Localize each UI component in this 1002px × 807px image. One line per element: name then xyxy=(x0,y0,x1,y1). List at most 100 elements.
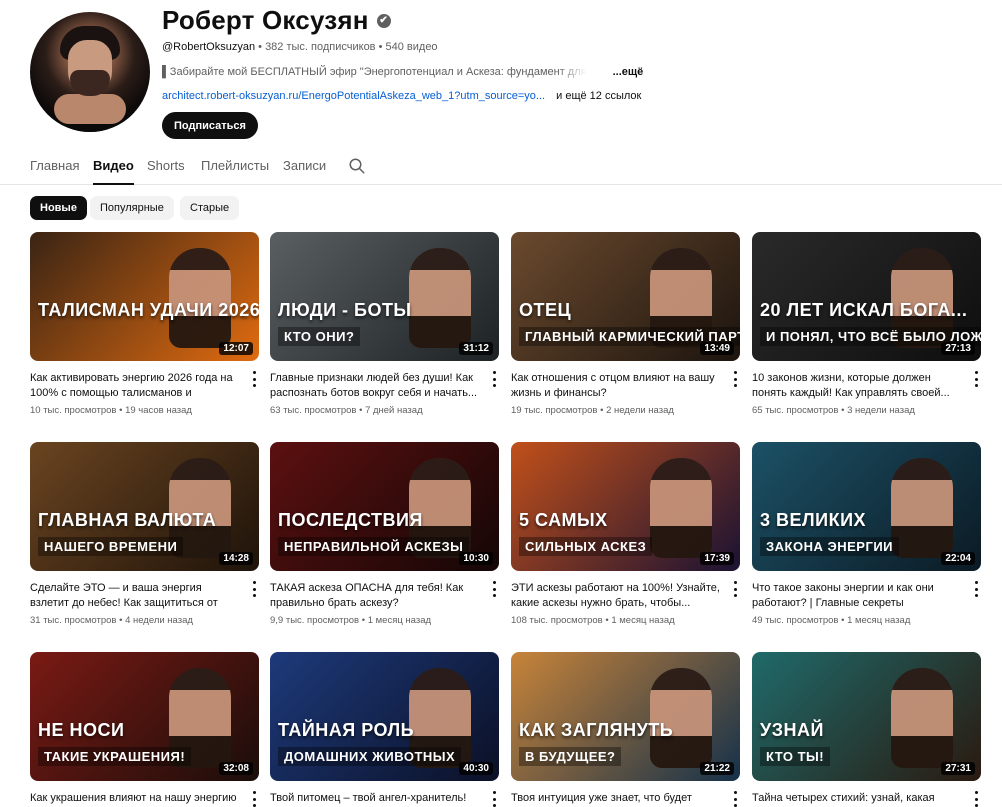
video-stats: 65 тыс. просмотров • 3 недели назад xyxy=(752,405,915,416)
view-count: 108 тыс. просмотров xyxy=(511,615,603,626)
more-actions-icon[interactable] xyxy=(971,581,981,597)
thumbnail-headline: ГЛАВНАЯ ВАЛЮТА xyxy=(38,510,217,530)
tab-posts[interactable]: Записи xyxy=(283,158,326,173)
thumbnail-presenter xyxy=(169,248,231,348)
more-actions-icon[interactable] xyxy=(730,581,740,597)
search-icon[interactable] xyxy=(348,157,366,175)
upload-age: 4 недели назад xyxy=(125,615,193,626)
video-thumbnail[interactable]: ТАЛИСМАН УДАЧИ 2026 12:07 xyxy=(30,232,259,361)
view-count: 19 тыс. просмотров xyxy=(511,405,598,416)
upload-age: 1 месяц назад xyxy=(611,615,675,626)
tab-playlists[interactable]: Плейлисты xyxy=(201,158,269,173)
video-card[interactable]: УЗНАЙ КТО ТЫ! 27:31 Тайна четырех стихий: у… xyxy=(752,652,981,807)
video-title[interactable]: 10 законов жизни, которые должен понять … xyxy=(752,371,962,401)
video-thumbnail[interactable]: 5 САМЫХ СИЛЬНЫХ АСКЕЗ 17:39 xyxy=(511,442,740,571)
tab-videos[interactable]: Видео xyxy=(93,158,134,185)
thumbnail-headline: 20 ЛЕТ ИСКАЛ БОГА... xyxy=(760,300,968,320)
video-duration: 13:49 xyxy=(700,342,734,355)
more-actions-icon[interactable] xyxy=(971,371,981,387)
thumbnail-headline: ТАЙНАЯ РОЛЬ xyxy=(278,720,415,740)
video-card[interactable]: ГЛАВНАЯ ВАЛЮТА НАШЕГО ВРЕМЕНИ 14:28 Сделайт… xyxy=(30,442,259,626)
video-stats: 31 тыс. просмотров • 4 недели назад xyxy=(30,615,193,626)
video-card[interactable]: ЛЮДИ - БОТЫ КТО ОНИ? 31:12 Главные признаки… xyxy=(270,232,499,416)
video-duration: 14:28 xyxy=(219,552,253,565)
thumbnail-subheadline: ЗАКОНА ЭНЕРГИИ xyxy=(760,537,900,556)
thumbnail-subheadline: НАШЕГО ВРЕМЕНИ xyxy=(38,537,184,556)
video-duration: 27:13 xyxy=(941,342,975,355)
thumbnail-presenter xyxy=(891,458,953,558)
video-thumbnail[interactable]: КАК ЗАГЛЯНУТЬ В БУДУЩЕЕ? 21:22 xyxy=(511,652,740,781)
video-thumbnail[interactable]: 3 ВЕЛИКИХ ЗАКОНА ЭНЕРГИИ 22:04 xyxy=(752,442,981,571)
more-actions-icon[interactable] xyxy=(489,581,499,597)
video-thumbnail[interactable]: ЛЮДИ - БОТЫ КТО ОНИ? 31:12 xyxy=(270,232,499,361)
video-card[interactable]: 5 САМЫХ СИЛЬНЫХ АСКЕЗ 17:39 ЭТИ аскезы рабо… xyxy=(511,442,740,626)
video-card[interactable]: ПОСЛЕДСТВИЯ НЕПРАВИЛЬНОЙ АСКЕЗЫ 10:30 ТАКАЯ… xyxy=(270,442,499,626)
thumbnail-headline: КАК ЗАГЛЯНУТЬ xyxy=(519,720,674,740)
more-actions-icon[interactable] xyxy=(249,581,259,597)
video-title[interactable]: Как отношения с отцом влияют на вашу жиз… xyxy=(511,371,721,401)
more-actions-icon[interactable] xyxy=(489,371,499,387)
video-title[interactable]: Тайна четырех стихий: узнай, какая xyxy=(752,791,962,806)
video-thumbnail[interactable]: ГЛАВНАЯ ВАЛЮТА НАШЕГО ВРЕМЕНИ 14:28 xyxy=(30,442,259,571)
channel-avatar[interactable] xyxy=(30,12,150,132)
video-duration: 32:08 xyxy=(219,762,253,775)
video-card[interactable]: 20 ЛЕТ ИСКАЛ БОГА... И ПОНЯЛ, ЧТО ВСЁ БЫЛ… xyxy=(752,232,981,416)
thumbnail-subheadline: КТО ОНИ? xyxy=(278,327,361,346)
tab-shorts[interactable]: Shorts xyxy=(147,158,185,173)
channel-description[interactable]: ▌Забирайте мой БЕСПЛАТНЫЙ эфир "Энергопо… xyxy=(162,66,643,78)
video-stats: 49 тыс. просмотров • 1 месяц назад xyxy=(752,615,911,626)
video-thumbnail[interactable]: УЗНАЙ КТО ТЫ! 27:31 xyxy=(752,652,981,781)
video-duration: 40:30 xyxy=(459,762,493,775)
view-count: 49 тыс. просмотров xyxy=(752,615,839,626)
thumbnail-subheadline: ТАКИЕ УКРАШЕНИЯ! xyxy=(38,747,192,766)
thumbnail-headline: ЛЮДИ - БОТЫ xyxy=(278,300,412,320)
video-title[interactable]: Сделайте ЭТО — и ваша энергия взлетит до… xyxy=(30,581,240,611)
more-links[interactable]: и ещё 12 ссылок xyxy=(556,90,641,102)
video-title[interactable]: Как украшения влияют на нашу энергию xyxy=(30,791,240,806)
description-more-link[interactable]: ...ещё xyxy=(613,66,644,78)
video-title[interactable]: ЭТИ аскезы работают на 100%! Узнайте, ка… xyxy=(511,581,721,611)
video-title[interactable]: Что такое законы энергии и как они работ… xyxy=(752,581,962,611)
video-title[interactable]: Как активировать энергию 2026 года на 10… xyxy=(30,371,240,401)
video-duration: 10:30 xyxy=(459,552,493,565)
chip-popular[interactable]: Популярные xyxy=(90,196,174,220)
more-actions-icon[interactable] xyxy=(249,371,259,387)
thumbnail-presenter xyxy=(650,458,712,558)
video-thumbnail[interactable]: ТАЙНАЯ РОЛЬ ДОМАШНИХ ЖИВОТНЫХ 40:30 xyxy=(270,652,499,781)
video-card[interactable]: 3 ВЕЛИКИХ ЗАКОНА ЭНЕРГИИ 22:04 Что такое за… xyxy=(752,442,981,626)
video-duration: 27:31 xyxy=(941,762,975,775)
video-thumbnail[interactable]: ОТЕЦГЛАВНЫЙ КАРМИЧЕСКИЙ ПАРТНЕР13:49 xyxy=(511,232,740,361)
video-card[interactable]: ТАЛИСМАН УДАЧИ 2026 12:07 Как активировать… xyxy=(30,232,259,416)
thumbnail-subheadline: ДОМАШНИХ ЖИВОТНЫХ xyxy=(278,747,462,766)
video-card[interactable]: ТАЙНАЯ РОЛЬ ДОМАШНИХ ЖИВОТНЫХ 40:30 Твой пи… xyxy=(270,652,499,807)
tab-home[interactable]: Главная xyxy=(30,158,79,173)
video-title[interactable]: ТАКАЯ аскеза ОПАСНА для тебя! Как правил… xyxy=(270,581,480,611)
video-duration: 12:07 xyxy=(219,342,253,355)
thumbnail-subheadline: НЕПРАВИЛЬНОЙ АСКЕЗЫ xyxy=(278,537,470,556)
video-title[interactable]: Главные признаки людей без души! Как рас… xyxy=(270,371,480,401)
video-title[interactable]: Твой питомец – твой ангел-хранитель! xyxy=(270,791,480,806)
channel-handle: @RobertOksuzyan xyxy=(162,41,256,53)
thumbnail-headline: ПОСЛЕДСТВИЯ xyxy=(278,510,423,530)
video-stats: 19 тыс. просмотров • 2 недели назад xyxy=(511,405,674,416)
video-duration: 21:22 xyxy=(700,762,734,775)
channel-link[interactable]: architect.robert-oksuzyan.ru/EnergoPoten… xyxy=(162,90,545,102)
thumbnail-subheadline: КТО ТЫ! xyxy=(760,747,831,766)
view-count: 9,9 тыс. просмотров xyxy=(270,615,360,626)
video-card[interactable]: КАК ЗАГЛЯНУТЬ В БУДУЩЕЕ? 21:22 Твоя интуици… xyxy=(511,652,740,807)
video-title[interactable]: Твоя интуиция уже знает, что будет xyxy=(511,791,721,806)
thumbnail-presenter xyxy=(891,668,953,768)
video-card[interactable]: ОТЕЦГЛАВНЫЙ КАРМИЧЕСКИЙ ПАРТНЕР13:49 Как … xyxy=(511,232,740,416)
thumbnail-presenter xyxy=(409,248,471,348)
channel-links: architect.robert-oksuzyan.ru/EnergoPoten… xyxy=(162,90,641,102)
video-thumbnail[interactable]: НЕ НОСИ ТАКИЕ УКРАШЕНИЯ! 32:08 xyxy=(30,652,259,781)
chip-newest[interactable]: Новые xyxy=(30,196,87,220)
subscribe-button[interactable]: Подписаться xyxy=(162,112,258,139)
video-thumbnail[interactable]: ПОСЛЕДСТВИЯ НЕПРАВИЛЬНОЙ АСКЕЗЫ 10:30 xyxy=(270,442,499,571)
video-card[interactable]: НЕ НОСИ ТАКИЕ УКРАШЕНИЯ! 32:08 Как украшени… xyxy=(30,652,259,807)
view-count: 63 тыс. просмотров xyxy=(270,405,357,416)
channel-header: Роберт Оксузян ✔ @RobertOksuzyan • 382 т… xyxy=(0,0,1002,140)
more-actions-icon[interactable] xyxy=(730,371,740,387)
chip-oldest[interactable]: Старые xyxy=(180,196,240,220)
video-thumbnail[interactable]: 20 ЛЕТ ИСКАЛ БОГА... И ПОНЯЛ, ЧТО ВСЁ БЫЛ… xyxy=(752,232,981,361)
